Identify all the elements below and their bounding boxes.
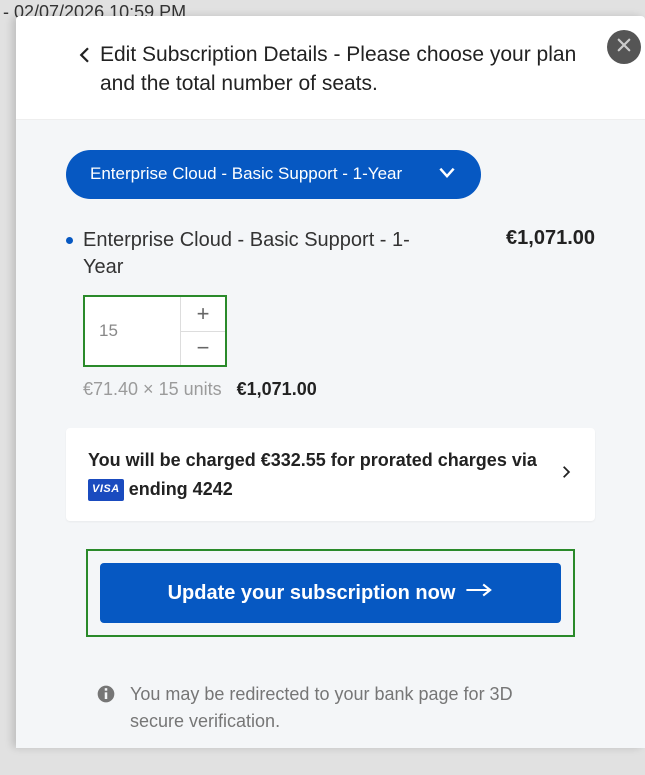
subscription-modal: Edit Subscription Details - Please choos… (16, 16, 645, 748)
quantity-decrease-button[interactable]: − (181, 331, 225, 365)
line-item-calculation: €71.40 × 15 units €1,071.00 (83, 379, 595, 400)
unit-price-text: €71.40 × 15 units (83, 379, 222, 399)
modal-body: Enterprise Cloud - Basic Support - 1-Yea… (16, 120, 645, 748)
update-button-label: Update your subscription now (168, 582, 456, 605)
arrow-right-icon (465, 581, 493, 605)
chevron-left-icon (76, 53, 94, 70)
quantity-stepper: + − (83, 295, 227, 367)
charge-suffix: ending 4242 (124, 479, 233, 499)
charge-summary-card[interactable]: You will be charged €332.55 for prorated… (66, 428, 595, 522)
chevron-right-icon (559, 462, 573, 487)
close-button[interactable] (607, 30, 641, 64)
footer-note: You may be redirected to your bank page … (130, 681, 545, 735)
card-brand-badge: VISA (88, 479, 124, 501)
chevron-down-icon (437, 162, 457, 187)
line-item: Enterprise Cloud - Basic Support - 1-Yea… (66, 227, 595, 400)
charge-amount: €332.55 (261, 450, 326, 470)
update-subscription-button[interactable]: Update your subscription now (100, 563, 561, 623)
quantity-input[interactable] (85, 297, 180, 365)
info-icon (96, 681, 116, 709)
minus-icon: − (197, 335, 210, 361)
charge-summary-text: You will be charged €332.55 for prorated… (88, 446, 551, 504)
back-button[interactable] (76, 44, 94, 71)
line-item-price: €1,071.00 (506, 227, 595, 250)
line-item-subtotal: €1,071.00 (237, 379, 317, 399)
modal-header: Edit Subscription Details - Please choos… (16, 16, 645, 120)
bullet-icon (66, 237, 73, 244)
plan-select-label: Enterprise Cloud - Basic Support - 1-Yea… (90, 164, 402, 184)
charge-prefix: You will be charged (88, 450, 261, 470)
modal-title: Edit Subscription Details - Please choos… (100, 40, 585, 99)
plan-select-dropdown[interactable]: Enterprise Cloud - Basic Support - 1-Yea… (66, 150, 481, 199)
update-button-highlight: Update your subscription now (86, 549, 575, 637)
charge-mid: for prorated charges via (326, 450, 537, 470)
plus-icon: + (197, 301, 210, 327)
close-icon (615, 36, 633, 59)
line-item-name: Enterprise Cloud - Basic Support - 1-Yea… (83, 227, 423, 281)
quantity-increase-button[interactable]: + (181, 297, 225, 331)
modal-footer: You may be redirected to your bank page … (66, 665, 595, 748)
